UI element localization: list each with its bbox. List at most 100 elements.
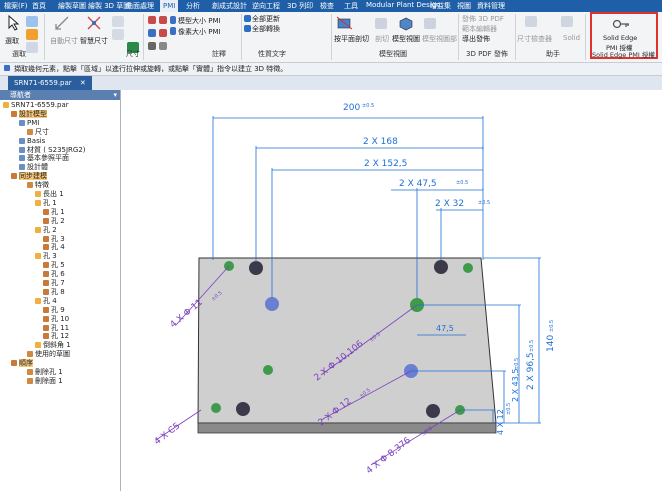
- tree-item[interactable]: 孔 5: [43, 261, 65, 270]
- model-size-pmi-icon[interactable]: [170, 16, 176, 24]
- key-license-icon[interactable]: [612, 16, 632, 32]
- update-all-button[interactable]: 全部更新: [252, 14, 280, 24]
- datum-icon[interactable]: [159, 16, 167, 24]
- dim-96-5[interactable]: 2 X 96,5: [526, 352, 536, 390]
- tree-item[interactable]: 孔 2: [43, 217, 65, 226]
- publish-3dpdf-button[interactable]: 發佈 3D PDF: [462, 14, 504, 24]
- auto-dimension-label[interactable]: 自動尺寸: [50, 36, 78, 46]
- section-plane-icon[interactable]: [336, 15, 354, 31]
- dimension-checker-button[interactable]: 尺寸檢查器: [517, 34, 552, 44]
- dim-47-5-mid[interactable]: 47,5: [436, 324, 454, 333]
- tree-item[interactable]: 設計體: [19, 163, 48, 172]
- tree-item[interactable]: 孔 11: [43, 324, 69, 333]
- tree-item[interactable]: 倒斜角 1: [35, 341, 71, 350]
- menu-item[interactable]: 增益集: [430, 1, 451, 11]
- select-arrow-icon[interactable]: [7, 15, 21, 31]
- tree-item[interactable]: 孔 3: [35, 252, 57, 261]
- menu-item[interactable]: 資料管理: [477, 1, 505, 11]
- tree-item[interactable]: 順序: [11, 359, 33, 368]
- dim-47-5-top[interactable]: 2 X 47,5: [399, 179, 437, 189]
- selection-mode-icon[interactable]: [26, 29, 38, 40]
- tree-item[interactable]: 孔 9: [43, 306, 65, 315]
- dim-32[interactable]: 2 X 32: [435, 199, 464, 209]
- menu-item[interactable]: 視圖: [457, 1, 471, 11]
- menu-item[interactable]: 曲面處理: [126, 1, 154, 11]
- pixel-size-pmi-button[interactable]: 像素大小 PMI: [178, 27, 221, 37]
- menu-item[interactable]: 創成式設計: [212, 1, 247, 11]
- tree-item[interactable]: 孔 3: [43, 235, 65, 244]
- dim-168[interactable]: 2 X 168: [363, 137, 398, 147]
- pin-icon[interactable]: ▾: [113, 90, 117, 100]
- section-icon[interactable]: [375, 18, 387, 29]
- menu-item[interactable]: 檔案(F): [4, 1, 28, 11]
- dim-angle-icon[interactable]: [112, 29, 124, 40]
- tree-item[interactable]: PMI: [19, 119, 39, 128]
- menu-item[interactable]: 首頁: [32, 1, 46, 11]
- leader-icon[interactable]: [148, 29, 156, 37]
- model-size-pmi-button[interactable]: 模型大小 PMI: [178, 16, 221, 26]
- section-by-plane-button[interactable]: 按平面剖切: [334, 34, 369, 44]
- tree-item[interactable]: 孔 1: [43, 208, 65, 217]
- menu-item[interactable]: 3D 列印: [287, 1, 313, 11]
- model-view-icon[interactable]: [397, 15, 415, 31]
- filter-icon[interactable]: [26, 16, 38, 27]
- menu-item[interactable]: 工具: [344, 1, 358, 11]
- convert-all-button[interactable]: 全部轉換: [252, 24, 280, 34]
- template-editor-button[interactable]: 範本編輯器: [462, 24, 497, 34]
- model-viewport[interactable]: 200 ±0.5 2 X 168 2 X 152,5 2 X 47,5 ±0.5…: [121, 90, 662, 491]
- section-button[interactable]: 剖切: [375, 34, 389, 44]
- callout-chamfer-c5[interactable]: 4 X C5: [153, 421, 183, 447]
- tree-item[interactable]: 孔 6: [43, 270, 65, 279]
- menu-item[interactable]: 檢查: [320, 1, 334, 11]
- tree-item[interactable]: 孔 8: [43, 288, 65, 297]
- tree-item[interactable]: 孔 4: [43, 243, 65, 252]
- dim-43-5[interactable]: 2 X 43,5: [511, 369, 520, 402]
- select-button-label[interactable]: 選取: [5, 36, 19, 46]
- tree-item[interactable]: 長出 1: [35, 190, 64, 199]
- tree-item[interactable]: 同步建模: [11, 172, 47, 181]
- tree-item[interactable]: 尺寸: [27, 128, 49, 137]
- tree-item[interactable]: 刪除面 1: [27, 377, 63, 386]
- tree-item[interactable]: 孔 4: [35, 297, 57, 306]
- tree-item[interactable]: 特徵: [27, 181, 49, 190]
- tree-item[interactable]: 刪除孔 1: [27, 368, 63, 377]
- close-tab-icon[interactable]: ✕: [80, 79, 86, 87]
- tree-item[interactable]: 設計模型: [11, 109, 47, 119]
- update-all-icon[interactable]: [244, 15, 251, 22]
- smart-dimension-label[interactable]: 智慧尺寸: [80, 36, 108, 46]
- model-view-part-button[interactable]: 模型視圖部: [422, 34, 457, 44]
- tree-item[interactable]: 使用的草圖: [27, 350, 70, 359]
- menu-item[interactable]: 逆向工程: [252, 1, 280, 11]
- dim-140[interactable]: 140: [546, 335, 556, 352]
- convert-all-icon[interactable]: [244, 25, 251, 32]
- annotation-icon[interactable]: [148, 16, 156, 24]
- auto-dimension-icon[interactable]: [54, 15, 70, 31]
- tree-item[interactable]: Basis: [19, 137, 45, 146]
- solid-button[interactable]: Solid: [563, 34, 580, 42]
- tree-item[interactable]: 孔 7: [43, 279, 65, 288]
- solid-edge-pmi-line1[interactable]: Solid Edge: [603, 34, 637, 42]
- dimension-checker-icon[interactable]: [525, 16, 537, 27]
- dim-200[interactable]: 200: [343, 103, 360, 113]
- menu-item[interactable]: 分析: [186, 1, 200, 11]
- model-view-button[interactable]: 模型視圖: [392, 34, 420, 44]
- pixel-size-pmi-icon[interactable]: [170, 27, 176, 35]
- tree-item[interactable]: 孔 10: [43, 315, 69, 324]
- dim-152-5[interactable]: 2 X 152,5: [364, 159, 407, 169]
- document-tab[interactable]: SRN71-6559.par ✕: [8, 76, 92, 90]
- dim-12[interactable]: 4 X 12: [496, 409, 505, 435]
- graphics-window[interactable]: 200 ±0.5 2 X 168 2 X 152,5 2 X 47,5 ±0.5…: [121, 90, 662, 491]
- smart-dimension-icon[interactable]: [86, 15, 102, 31]
- tree-item[interactable]: 孔 1: [35, 199, 57, 208]
- menu-item[interactable]: PMI: [160, 0, 179, 12]
- model-view-part-icon[interactable]: [424, 18, 436, 29]
- tree-item[interactable]: 孔 2: [35, 226, 57, 235]
- weld-icon[interactable]: [148, 42, 156, 50]
- balloon-icon[interactable]: [159, 42, 167, 50]
- export-publish-button[interactable]: 導出發佈: [462, 34, 490, 44]
- dim-tool-icon[interactable]: [112, 16, 124, 27]
- select-option-icon[interactable]: [26, 42, 38, 53]
- callout-phi-8-376[interactable]: 4 X Φ 8,376: [365, 435, 413, 476]
- tree-item[interactable]: SRN71-6559.par: [3, 101, 69, 110]
- menu-item[interactable]: 繪製 3D 草圖: [88, 1, 130, 11]
